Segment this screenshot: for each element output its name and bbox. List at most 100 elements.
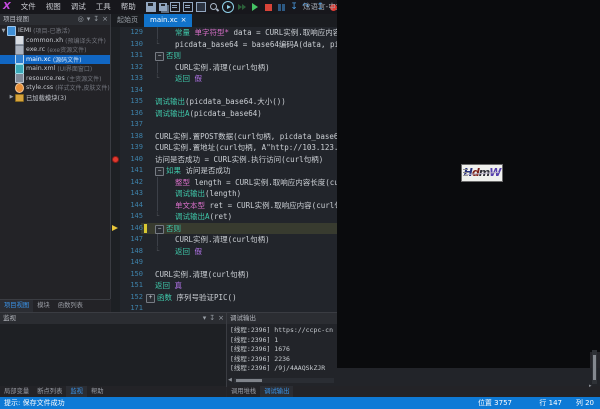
menu-view[interactable]: 视图 (41, 0, 66, 14)
code-text: CURL实例.清理(curl句柄) (175, 62, 270, 74)
stop-icon[interactable] (263, 2, 273, 12)
fold-open-icon[interactable]: − (155, 225, 164, 234)
captcha-image: HdmW (461, 164, 503, 182)
resource-script-icon (15, 45, 24, 55)
search-icon[interactable] (209, 2, 219, 12)
template-icon[interactable] (196, 2, 206, 12)
dropdown-icon[interactable]: ▾ (87, 14, 91, 25)
captcha-letter: W (489, 166, 500, 180)
code-text: 返回 假 (175, 73, 202, 85)
indent-guide (157, 188, 158, 200)
debugged-app-window[interactable]: HdmW (337, 0, 600, 355)
menu-debug[interactable]: 调试 (66, 0, 91, 14)
watch-tab-监视[interactable]: 监视 (66, 386, 87, 398)
ide-window: X 文件 视图 调试 工具 帮助 炫语言-中文编 项目视图 ◎▾↧× ▼IEMI… (0, 0, 600, 409)
line-number: 131 (120, 50, 143, 62)
watch-tab-局部变量[interactable]: 局部变量 (0, 386, 33, 398)
watch-tab-帮助[interactable]: 帮助 (87, 386, 108, 398)
tree-item-note: (UI界面窗口) (57, 64, 92, 73)
line-number: 148 (120, 246, 143, 258)
pin-icon[interactable]: ↧ (209, 313, 215, 324)
fold-closed-icon[interactable]: + (146, 294, 155, 303)
tree-item-style.css[interactable]: style.css(样式文件,皮肤文件) (0, 83, 110, 93)
dropdown-icon[interactable]: ▾ (203, 313, 207, 324)
debug-tab-调用堆栈[interactable]: 调用堆栈 (227, 386, 260, 398)
reload-icon[interactable] (170, 2, 180, 12)
tree-item-label: exe.rc (26, 46, 45, 53)
status-column: 列 20 (576, 397, 594, 409)
close-icon[interactable]: × (181, 14, 187, 27)
tree-item-common.xh[interactable]: common.xh(预编译头文件) (0, 36, 110, 46)
current-line-arrow-icon (112, 225, 118, 231)
pin-icon[interactable]: ↧ (93, 14, 99, 25)
step-into-icon[interactable] (289, 2, 299, 12)
fold-open-icon[interactable]: − (155, 52, 164, 61)
tree-root[interactable]: ▼IEMI(项目-已激活) (0, 26, 110, 36)
continue-icon[interactable] (237, 2, 247, 12)
status-position: 位置 3757 (478, 397, 512, 409)
line-number: 132 (120, 62, 143, 74)
captcha-letter: H (464, 166, 472, 180)
watch-panel-title: 监视 (3, 314, 16, 322)
watch-bottom-tabs: 局部变量断点列表监视帮助 (0, 386, 226, 397)
line-number: 142 (120, 177, 143, 189)
expander-icon[interactable]: ▼ (0, 28, 7, 34)
close-icon[interactable]: × (218, 313, 224, 324)
line-number: 139 (120, 142, 143, 154)
pause-icon[interactable] (276, 2, 286, 12)
debug-tab-调试输出[interactable]: 调试输出 (260, 386, 293, 398)
indent-corner: └ (155, 211, 159, 223)
app-logo-icon: X (3, 0, 11, 14)
tab-起始页[interactable]: 起始页 (111, 14, 144, 27)
style-file-icon (15, 83, 24, 93)
menu-help[interactable]: 帮助 (116, 0, 141, 14)
project-tab-函数列表[interactable]: 函数列表 (54, 300, 87, 312)
menu-tools[interactable]: 工具 (91, 0, 116, 14)
breakpoint-icon[interactable] (112, 156, 119, 163)
source-file-icon (15, 55, 24, 65)
debug-hscrollbar-thumb[interactable] (236, 379, 262, 382)
line-number: 144 (120, 200, 143, 212)
tree-item-exe.rc[interactable]: exe.rc(exe资源文件) (0, 45, 110, 55)
edit-icon[interactable] (183, 2, 193, 12)
line-number: 151 (120, 280, 143, 292)
line-number: 130 (120, 39, 143, 51)
debug-vscroll-arrow[interactable]: ▸ (589, 383, 592, 389)
folder-icon (15, 94, 24, 102)
watch-tab-断点列表[interactable]: 断点列表 (33, 386, 66, 398)
debug-vscrollbar[interactable] (592, 350, 597, 384)
tree-root-label: IEMI (18, 27, 31, 34)
line-number: 138 (120, 131, 143, 143)
options-icon[interactable]: ◎ (78, 14, 84, 25)
project-tab-项目视图[interactable]: 项目视图 (0, 300, 33, 312)
save-icon[interactable] (146, 2, 156, 12)
compile-run-icon[interactable] (222, 1, 234, 13)
tree-item-note: (主资源文件) (67, 74, 102, 83)
tree-item-main.xml[interactable]: main.xml(UI界面窗口) (0, 64, 110, 74)
debug-hscrollbar[interactable]: ◀ (228, 377, 348, 383)
line-number: 136 (120, 108, 143, 120)
tree-item-label: resource.res (26, 75, 65, 82)
line-number: 152 (120, 292, 143, 304)
run-icon[interactable] (250, 2, 260, 12)
tree-item-main.xc[interactable]: main.xc(源码文件) (0, 55, 110, 65)
expander-icon[interactable]: ▶ (8, 94, 15, 100)
code-text: 调试输出(picdata_base64.大小()) (155, 96, 286, 108)
indent-guide (157, 27, 158, 39)
tree-item-已加载模块(3)[interactable]: ▶已加载模块(3) (0, 93, 110, 103)
menu-file[interactable]: 文件 (16, 0, 41, 14)
indent-guide (157, 62, 158, 74)
status-message: 提示: 保存文件成功 (4, 397, 65, 409)
indent-corner: └ (155, 73, 159, 85)
tree-item-resource.res[interactable]: resource.res(主资源文件) (0, 74, 110, 84)
close-icon[interactable]: × (102, 14, 108, 25)
project-tab-模块[interactable]: 模块 (33, 300, 54, 312)
ui-file-icon (15, 64, 24, 74)
debug-vscrollbar-thumb[interactable] (593, 355, 596, 380)
project-icon (7, 26, 16, 36)
project-panel: 项目视图 ◎▾↧× ▼IEMI(项目-已激活)common.xh(预编译头文件)… (0, 14, 111, 299)
save-all-icon[interactable] (159, 3, 167, 11)
fold-open-icon[interactable]: − (155, 167, 164, 176)
debug-bottom-tabs: 调用堆栈调试输出 (227, 386, 600, 397)
tab-main.xc[interactable]: main.xc× (144, 14, 192, 27)
